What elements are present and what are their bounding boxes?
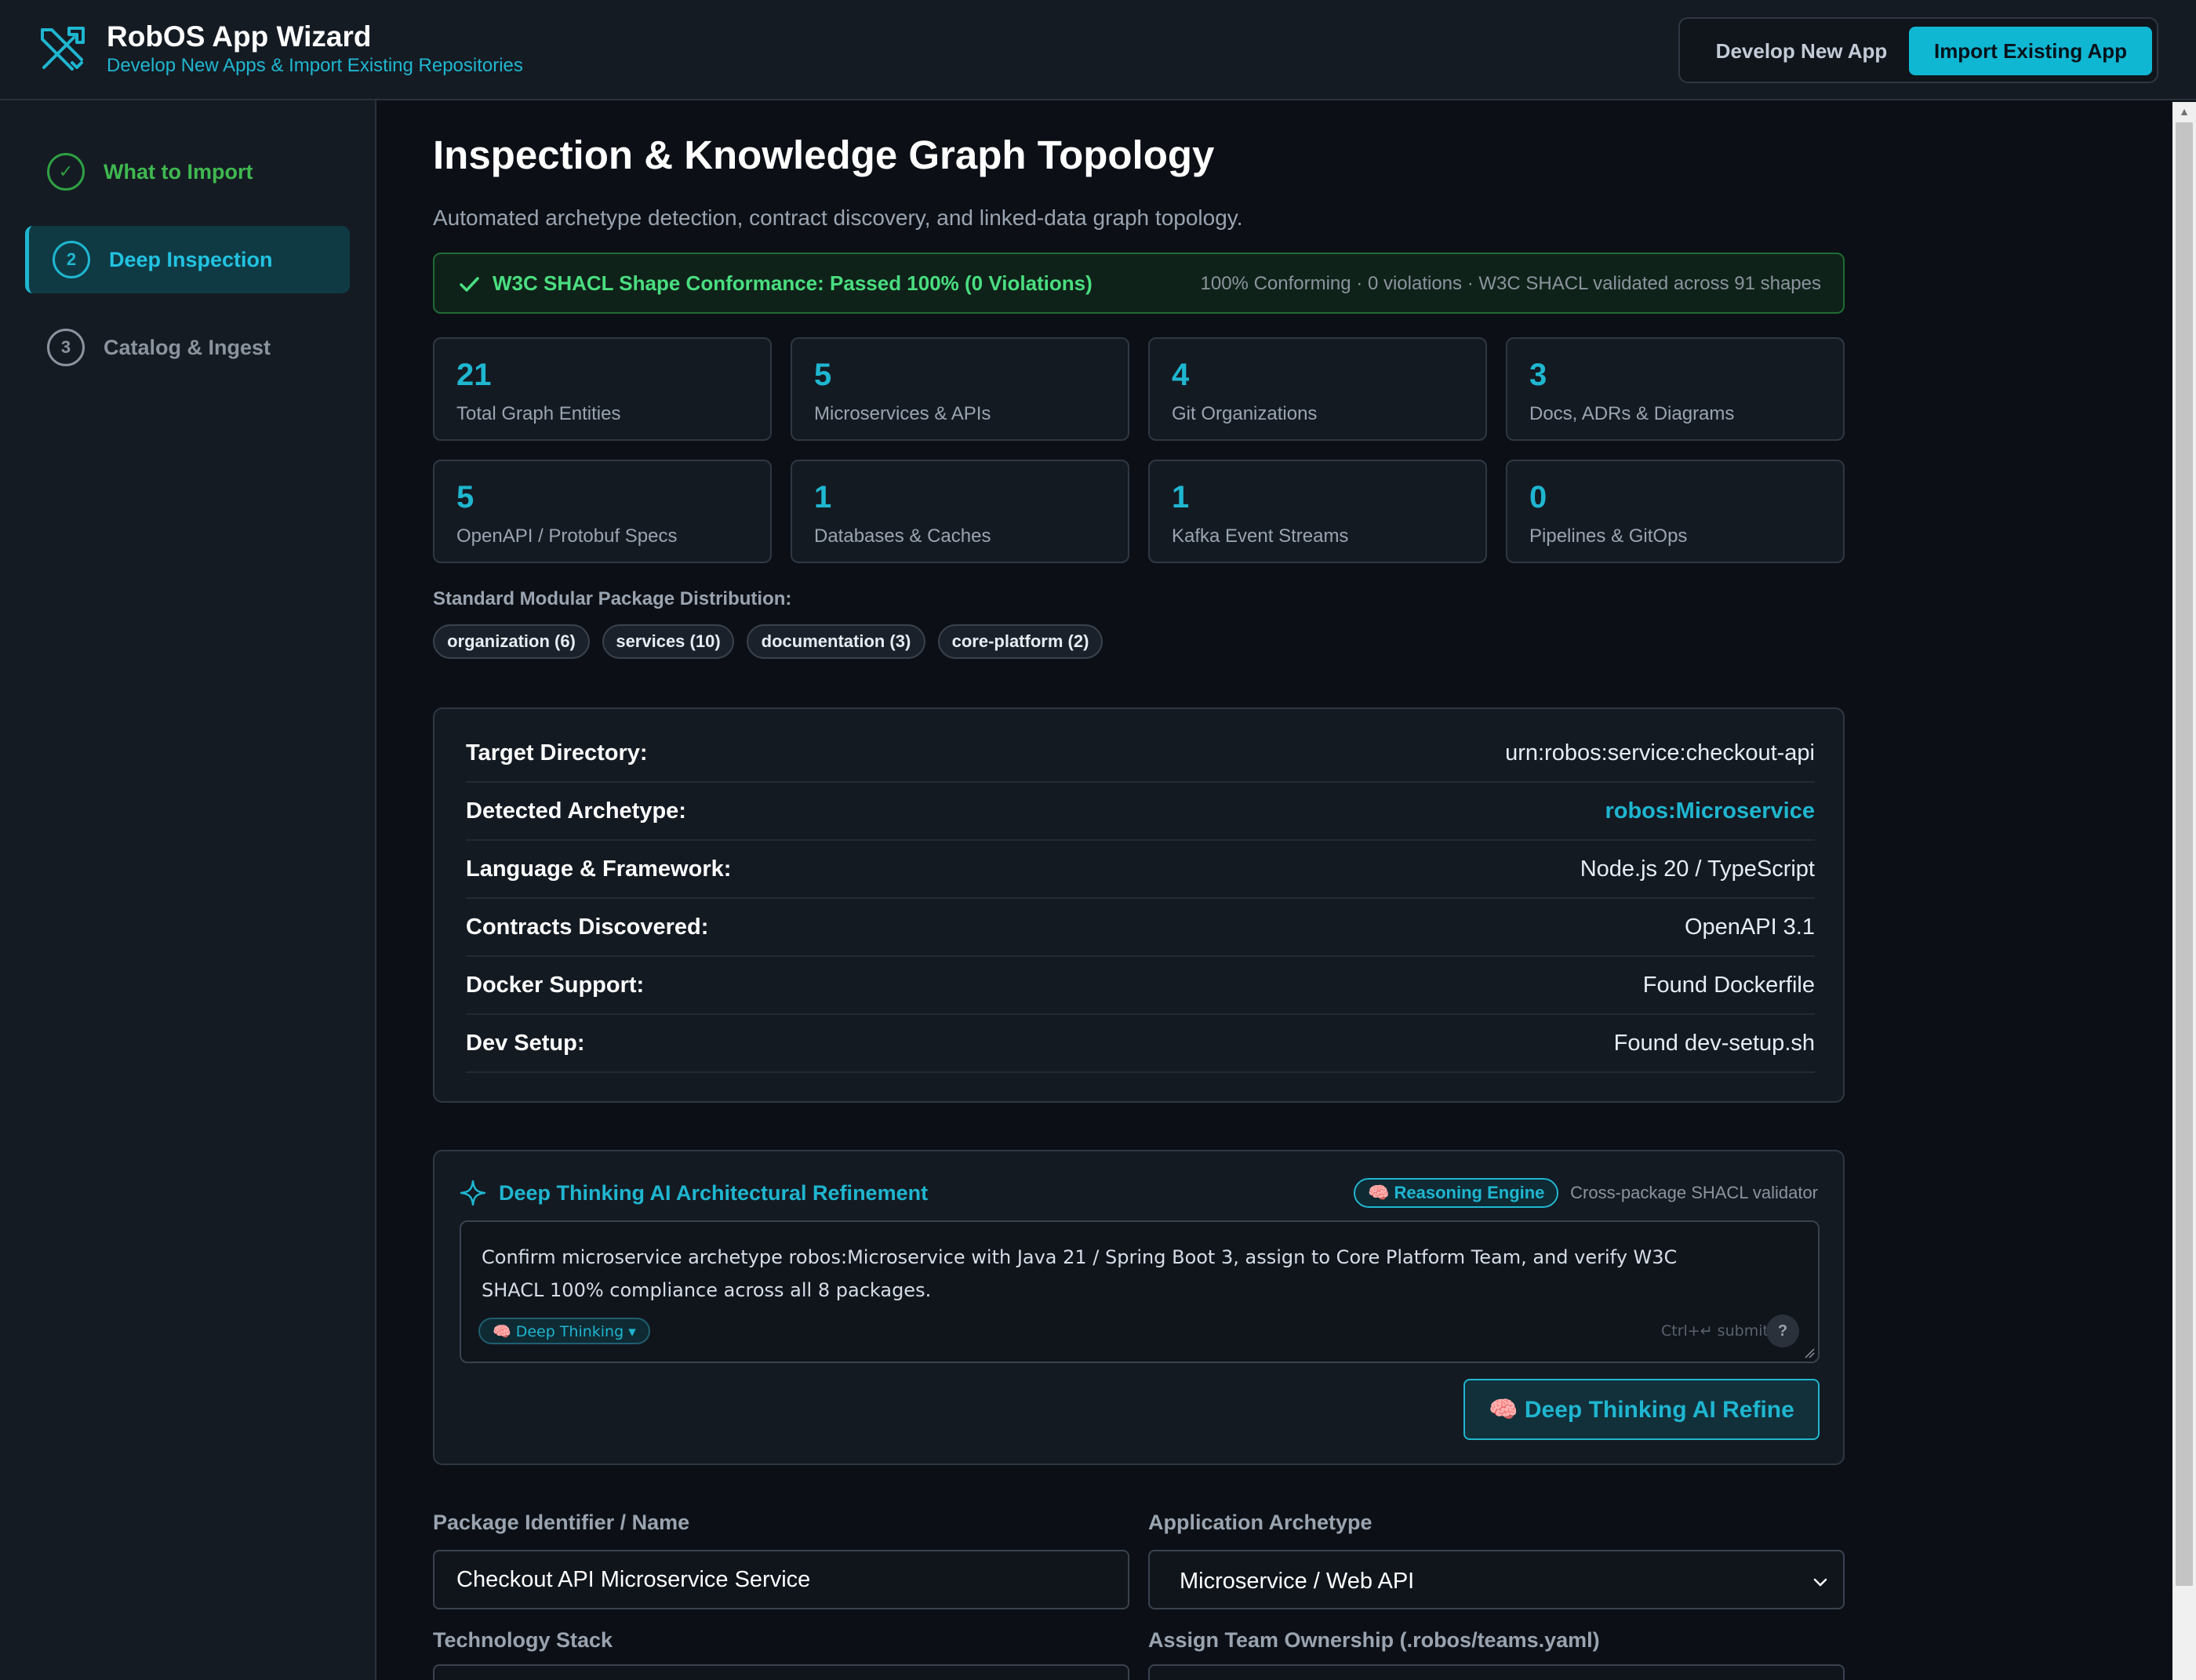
package-name-input[interactable] (433, 1550, 1129, 1609)
team-ownership-select[interactable] (1148, 1664, 1845, 1680)
deep-thinking-refine-button[interactable]: 🧠 Deep Thinking AI Refine (1463, 1379, 1820, 1440)
page-scrollbar[interactable]: ▲ (2172, 102, 2196, 1680)
help-button[interactable]: ? (1766, 1315, 1799, 1347)
tech-stack-input[interactable] (433, 1664, 1129, 1680)
step-number: 3 (47, 329, 85, 366)
stat-card-docs: 3 Docs, ADRs & Diagrams (1506, 337, 1845, 441)
stat-label: OpenAPI / Protobuf Specs (456, 525, 678, 547)
stat-label: Pipelines & GitOps (1529, 525, 1688, 547)
stat-label: Databases & Caches (814, 525, 991, 547)
archetype-selected-value: Microservice / Web API (1180, 1569, 1415, 1594)
stat-value: 5 (814, 358, 832, 392)
chevron-down-icon (1813, 1578, 1827, 1587)
stat-label: Docs, ADRs & Diagrams (1529, 403, 1735, 424)
app-title: RobOS App Wizard (107, 20, 372, 53)
check-icon (460, 277, 479, 292)
step-label: What to Import (104, 159, 253, 184)
detail-value: Node.js 20 / TypeScript (1580, 856, 1815, 882)
detail-key: Contracts Discovered: (466, 915, 709, 940)
package-chip[interactable]: documentation (3) (747, 624, 925, 659)
stat-value: 5 (456, 480, 474, 515)
stat-value: 1 (814, 480, 832, 515)
package-chip[interactable]: organization (6) (433, 624, 590, 659)
page-description: Automated archetype detection, contract … (433, 205, 1243, 230)
stat-value: 3 (1529, 358, 1547, 392)
wizard-steps-sidebar: ✓ What to Import 2 Deep Inspection 3 Cat… (0, 100, 376, 1680)
resize-handle-icon[interactable] (1804, 1347, 1815, 1358)
stat-value: 1 (1172, 480, 1190, 515)
detail-key: Detected Archetype: (466, 798, 686, 824)
detail-value: Found dev-setup.sh (1613, 1031, 1815, 1056)
detail-row-docker: Docker Support: Found Dockerfile (466, 957, 1815, 1015)
step-deep-inspection[interactable]: 2 Deep Inspection (25, 226, 350, 293)
step-number: 2 (53, 241, 90, 278)
detail-key: Dev Setup: (466, 1031, 585, 1056)
stat-card-databases: 1 Databases & Caches (791, 460, 1129, 563)
stat-card-kafka: 1 Kafka Event Streams (1148, 460, 1487, 563)
stat-card-microservices: 5 Microservices & APIs (791, 337, 1129, 441)
sparkle-icon (460, 1180, 486, 1206)
scroll-thumb[interactable] (2176, 122, 2193, 1586)
shacl-status: W3C SHACL Shape Conformance: Passed 100%… (493, 271, 1093, 295)
detail-key: Target Directory: (466, 740, 648, 765)
shacl-meta: 100% Conforming · 0 violations · W3C SHA… (1200, 273, 1821, 294)
stat-card-total-entities: 21 Total Graph Entities (433, 337, 772, 441)
step-what-to-import[interactable]: ✓ What to Import (25, 138, 350, 205)
ai-prompt-textarea[interactable]: Confirm microservice archetype robos:Mic… (460, 1220, 1820, 1363)
prompt-text[interactable]: Confirm microservice archetype robos:Mic… (482, 1241, 1705, 1307)
detail-value-archetype: robos:Microservice (1605, 798, 1815, 824)
stat-value: 0 (1529, 480, 1547, 515)
step-catalog-ingest[interactable]: 3 Catalog & Ingest (25, 314, 350, 381)
engine-meta: Cross-package SHACL validator (1570, 1183, 1818, 1202)
archetype-select[interactable]: Microservice / Web API (1148, 1550, 1845, 1609)
detail-row-target-directory: Target Directory: urn:robos:service:chec… (466, 725, 1815, 783)
stat-label: Total Graph Entities (456, 403, 621, 424)
tech-stack-label: Technology Stack (433, 1628, 613, 1652)
stat-card-pipelines: 0 Pipelines & GitOps (1506, 460, 1845, 563)
stat-label: Kafka Event Streams (1172, 525, 1349, 547)
stat-label: Git Organizations (1172, 403, 1318, 424)
stat-value: 4 (1172, 358, 1190, 392)
package-chip[interactable]: core-platform (2) (938, 624, 1103, 659)
detail-value: urn:robos:service:checkout-api (1505, 740, 1815, 765)
distribution-label: Standard Modular Package Distribution: (433, 588, 792, 609)
reasoning-engine-badge: 🧠 Reasoning Engine (1354, 1178, 1559, 1208)
import-existing-app-button[interactable]: Import Existing App (1909, 27, 2152, 75)
archetype-label: Application Archetype (1148, 1511, 1372, 1534)
step-label: Deep Inspection (109, 247, 273, 271)
stat-card-specs: 5 OpenAPI / Protobuf Specs (433, 460, 772, 563)
develop-new-app-button[interactable]: Develop New App (1691, 27, 1912, 75)
package-chip[interactable]: services (10) (602, 624, 734, 659)
step-label: Catalog & Ingest (104, 335, 271, 359)
thinking-mode-dropdown[interactable]: 🧠 Deep Thinking ▾ (478, 1318, 650, 1344)
page-title: Inspection & Knowledge Graph Topology (433, 133, 1215, 177)
app-subtitle: Develop New Apps & Import Existing Repos… (107, 55, 523, 76)
scroll-up-arrow-icon[interactable]: ▲ (2172, 102, 2196, 121)
top-bar: RobOS App Wizard Develop New Apps & Impo… (0, 0, 2196, 100)
package-name-label: Package Identifier / Name (433, 1511, 690, 1534)
shacl-conformance-banner: W3C SHACL Shape Conformance: Passed 100%… (433, 253, 1845, 314)
step-check-icon: ✓ (47, 153, 85, 191)
team-ownership-label: Assign Team Ownership (.robos/teams.yaml… (1148, 1628, 1600, 1652)
detail-value: Found Dockerfile (1642, 973, 1815, 998)
detail-row-archetype: Detected Archetype: robos:Microservice (466, 783, 1815, 841)
detail-row-language: Language & Framework: Node.js 20 / TypeS… (466, 841, 1815, 899)
mode-switch: Develop New App Import Existing App (1678, 17, 2158, 83)
submit-hint: Ctrl+↵ submit (1661, 1322, 1769, 1340)
stat-label: Microservices & APIs (814, 403, 991, 424)
ai-panel-title: Deep Thinking AI Architectural Refinemen… (499, 1181, 929, 1205)
detail-key: Docker Support: (466, 973, 645, 998)
stat-value: 21 (456, 358, 492, 392)
tools-cross-icon (41, 27, 85, 71)
ai-refinement-panel: Deep Thinking AI Architectural Refinemen… (433, 1150, 1845, 1465)
detail-row-contracts: Contracts Discovered: OpenAPI 3.1 (466, 899, 1815, 957)
inspection-details-panel: Target Directory: urn:robos:service:chec… (433, 707, 1845, 1103)
stat-card-git-orgs: 4 Git Organizations (1148, 337, 1487, 441)
detail-row-dev-setup: Dev Setup: Found dev-setup.sh (466, 1015, 1815, 1073)
detail-value: OpenAPI 3.1 (1684, 915, 1815, 940)
detail-key: Language & Framework: (466, 856, 732, 882)
